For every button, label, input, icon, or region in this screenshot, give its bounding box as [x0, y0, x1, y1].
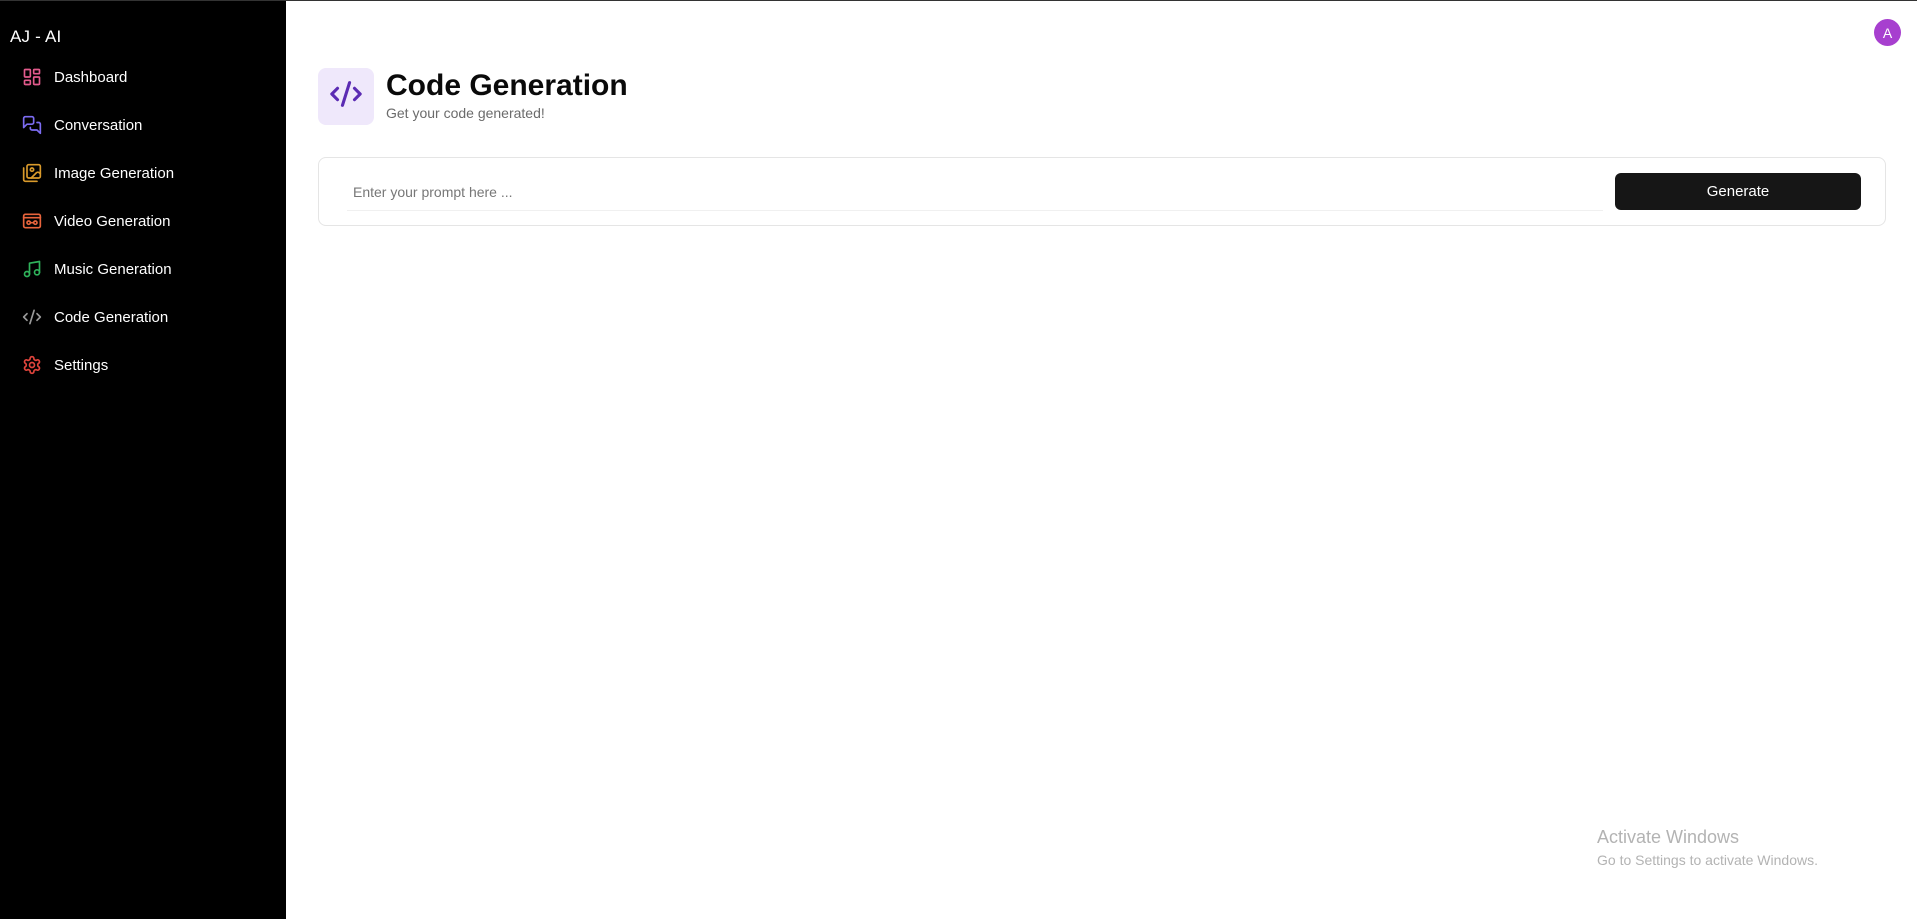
- sidebar-item-label: Conversation: [54, 116, 143, 134]
- sidebar-nav: Dashboard Conversation Image Generation: [0, 53, 286, 389]
- sidebar-item-label: Settings: [54, 356, 109, 374]
- sidebar-item-label: Code Generation: [54, 308, 169, 326]
- gear-icon: [22, 355, 42, 375]
- sidebar-item-label: Music Generation: [54, 260, 172, 278]
- chat-icon: [22, 115, 42, 135]
- sidebar-item-music-generation[interactable]: Music Generation: [0, 245, 286, 293]
- code-icon: [22, 307, 42, 327]
- user-avatar[interactable]: A: [1874, 19, 1901, 46]
- watermark-subtitle: Go to Settings to activate Windows.: [1597, 852, 1818, 868]
- sidebar: AJ - AI Dashboard Conversation Image Gen…: [0, 1, 286, 919]
- video-icon: [22, 211, 42, 231]
- sidebar-item-settings[interactable]: Settings: [0, 341, 286, 389]
- image-icon: [22, 163, 42, 183]
- sidebar-item-code-generation[interactable]: Code Generation: [0, 293, 286, 341]
- page-subtitle: Get your code generated!: [386, 105, 545, 121]
- sidebar-item-conversation[interactable]: Conversation: [0, 101, 286, 149]
- sidebar-item-label: Dashboard: [54, 68, 128, 86]
- dashboard-icon: [22, 67, 42, 87]
- page-header-text: Code Generation Get your code generated!: [386, 68, 628, 121]
- prompt-form: Generate: [318, 157, 1886, 226]
- sidebar-item-image-generation[interactable]: Image Generation: [0, 149, 286, 197]
- watermark-title: Activate Windows: [1597, 827, 1740, 847]
- page-title: Code Generation: [386, 69, 628, 102]
- sidebar-item-label: Image Generation: [54, 164, 175, 182]
- music-icon: [22, 259, 42, 279]
- brand-title[interactable]: AJ - AI: [10, 27, 61, 47]
- sidebar-item-label: Video Generation: [54, 212, 171, 230]
- generate-button[interactable]: Generate: [1615, 173, 1861, 210]
- page-header-icon-box: [318, 68, 374, 125]
- code-icon: [329, 77, 363, 116]
- sidebar-item-dashboard[interactable]: Dashboard: [0, 53, 286, 101]
- windows-activation-watermark: Activate Windows Go to Settings to activ…: [1597, 827, 1818, 868]
- avatar-initial: A: [1882, 24, 1893, 41]
- page-header: Code Generation Get your code generated!: [318, 68, 628, 125]
- prompt-input[interactable]: [347, 174, 1603, 211]
- sidebar-item-video-generation[interactable]: Video Generation: [0, 197, 286, 245]
